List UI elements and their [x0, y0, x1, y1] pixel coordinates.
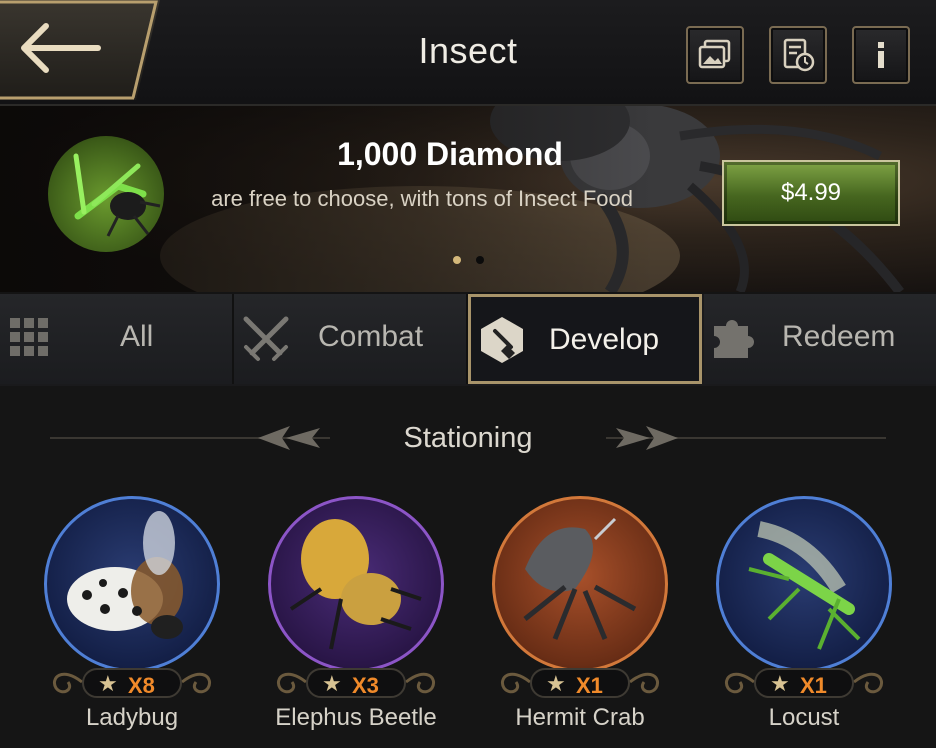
tab-combat[interactable]: Combat [234, 294, 468, 384]
log-clock-icon [783, 38, 815, 72]
tab-all[interactable]: All [0, 294, 234, 384]
offer-title: 1,000 Diamond [337, 136, 563, 172]
star-icon: ★ [770, 671, 790, 696]
gallery-icon [698, 39, 731, 69]
grid-icon [10, 318, 48, 356]
insect-count: X8 [128, 673, 155, 698]
beetle-image [289, 519, 422, 650]
hermit-crab-image [523, 517, 637, 640]
insect-count: X3 [352, 673, 379, 698]
count-badge: ★ X8 [82, 668, 182, 698]
tab-label: All [120, 320, 154, 353]
insect-card-hermit-crab[interactable]: ★ X1 Hermit Crab [490, 496, 670, 748]
gallery-button[interactable] [686, 26, 744, 84]
insect-card-ladybug[interactable]: ★ X8 Ladybug [42, 496, 222, 748]
carousel-dot[interactable] [476, 256, 484, 264]
insect-count: X1 [800, 673, 827, 698]
count-badge: ★ X1 [754, 668, 854, 698]
tab-label: Develop [549, 323, 660, 356]
star-icon: ★ [546, 671, 566, 696]
offer-mantis-icon [48, 136, 164, 252]
insect-card-elephus-beetle[interactable]: ★ X3 Elephus Beetle [266, 496, 446, 748]
star-icon: ★ [322, 671, 342, 696]
buy-button[interactable]: $4.99 [722, 160, 900, 226]
info-button[interactable] [852, 26, 910, 84]
tab-redeem[interactable]: Redeem [704, 294, 936, 384]
insect-count: X1 [576, 673, 603, 698]
insect-name: Hermit Crab [515, 704, 645, 731]
info-icon [878, 42, 884, 68]
tab-label: Combat [318, 320, 424, 353]
insect-card-locust[interactable]: ★ X1 Locust [714, 496, 894, 748]
section-title: Stationing [403, 422, 533, 454]
count-badge: ★ X3 [306, 668, 406, 698]
insect-portrait [492, 496, 668, 672]
insect-portrait [716, 496, 892, 672]
locust-image [748, 521, 861, 650]
top-bar: Insect [0, 0, 936, 106]
category-tabs: All Combat Develop Redeem [0, 294, 936, 386]
ladybug-image [67, 511, 183, 639]
insect-portrait [268, 496, 444, 672]
crossed-swords-icon [243, 316, 289, 361]
insect-name: Elephus Beetle [275, 704, 437, 731]
tab-develop[interactable]: Develop [468, 294, 702, 384]
history-button[interactable] [769, 26, 827, 84]
star-icon: ★ [98, 671, 118, 696]
offer-description: ​ are free to choose, with tons of Insec… [205, 186, 634, 211]
insect-portrait [44, 496, 220, 672]
count-badge: ★ X1 [530, 668, 630, 698]
price-label: $4.99 [780, 179, 842, 206]
insect-name: Locust [768, 704, 840, 731]
carousel-dot-active[interactable] [453, 256, 461, 264]
puzzle-piece-icon [714, 320, 754, 358]
insect-name: Ladybug [85, 704, 179, 731]
cube-shovel-icon [481, 317, 523, 363]
tab-label: Redeem [782, 320, 896, 353]
